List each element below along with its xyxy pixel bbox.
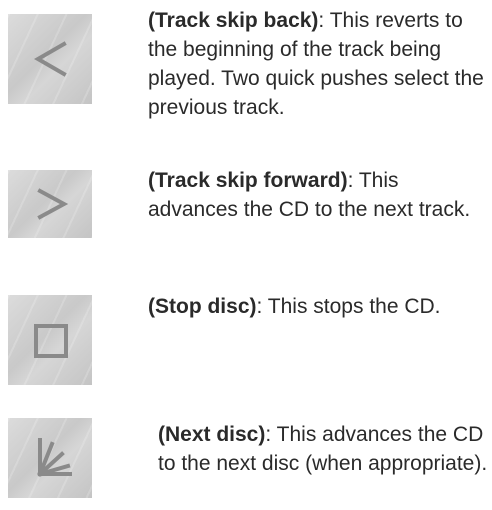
next-disc-icon bbox=[37, 438, 72, 477]
chevron-right-icon bbox=[37, 188, 69, 220]
stop-disc-description: (Stop disc): This stops the CD. bbox=[148, 292, 488, 321]
stop-disc-text: : This stops the CD. bbox=[256, 295, 441, 318]
stop-square-icon bbox=[34, 324, 68, 358]
track-skip-back-button bbox=[8, 14, 92, 104]
track-skip-forward-label: (Track skip forward) bbox=[148, 169, 348, 192]
track-skip-forward-button bbox=[8, 170, 92, 238]
track-skip-forward-description: (Track skip forward): This advances the … bbox=[148, 166, 478, 224]
chevron-left-icon bbox=[33, 41, 67, 77]
track-skip-back-description: (Track skip back): This reverts to the b… bbox=[148, 6, 488, 122]
next-disc-button bbox=[8, 418, 92, 498]
stop-disc-label: (Stop disc) bbox=[148, 295, 257, 318]
next-disc-label: (Next disc) bbox=[158, 423, 266, 446]
stop-disc-button bbox=[8, 295, 92, 385]
track-skip-back-label: (Track skip back) bbox=[148, 9, 319, 32]
next-disc-description: (Next disc): This advances the CD to the… bbox=[158, 420, 488, 478]
